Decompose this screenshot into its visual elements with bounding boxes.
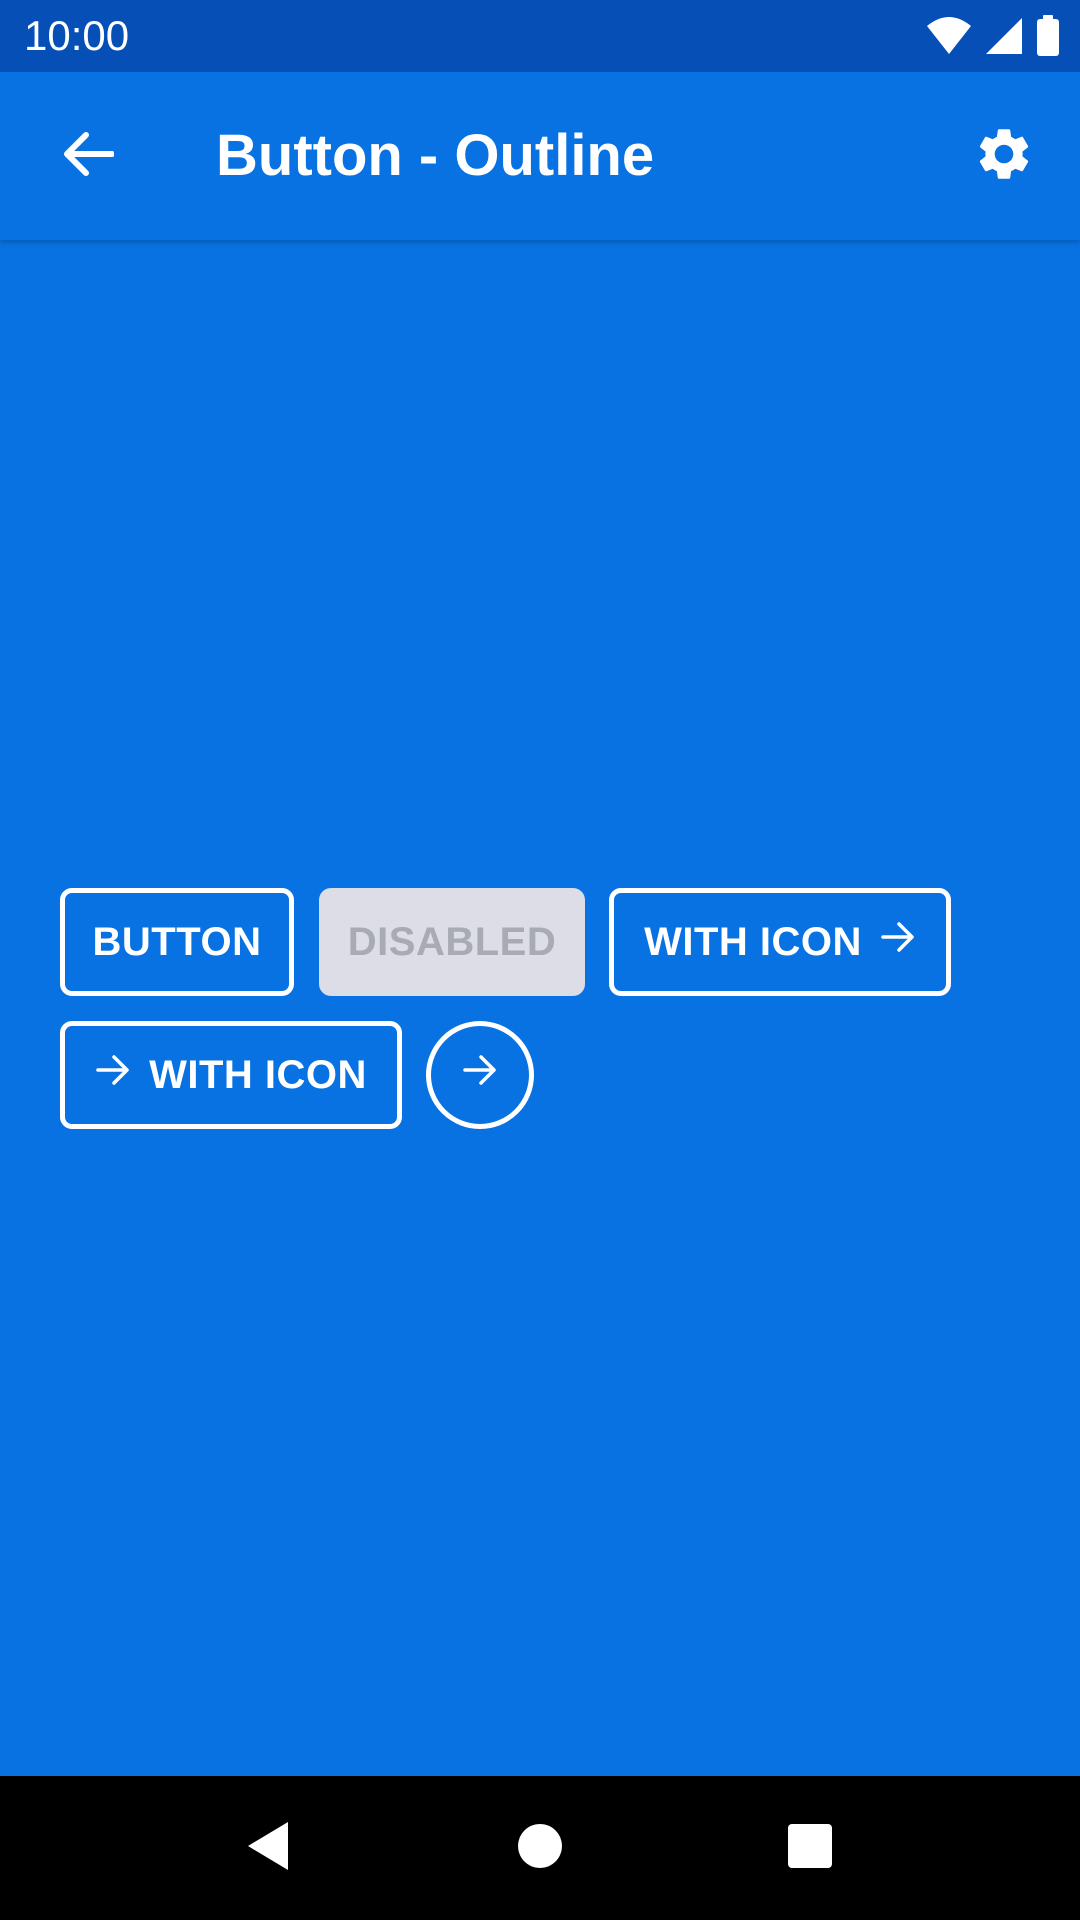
status-icons — [926, 14, 1060, 58]
status-bar: 10:00 — [0, 0, 1080, 72]
disabled-button: DISABLED — [319, 888, 585, 996]
with-icon-right-button[interactable]: WITH ICON — [609, 888, 951, 996]
with-icon-left-label: WITH ICON — [149, 1052, 367, 1097]
nav-recents-button[interactable] — [774, 1812, 846, 1884]
gear-icon — [973, 123, 1035, 190]
arrow-back-icon — [62, 131, 115, 182]
nav-back-icon — [244, 1820, 292, 1877]
nav-home-icon — [517, 1823, 563, 1874]
with-icon-right-label: WITH ICON — [644, 919, 862, 964]
arrow-forward-icon — [95, 1052, 131, 1098]
with-icon-left-button[interactable]: WITH ICON — [60, 1021, 402, 1129]
outline-button[interactable]: BUTTON — [60, 888, 294, 996]
app-bar: Button - Outline — [0, 72, 1080, 240]
nav-back-button[interactable] — [232, 1812, 304, 1884]
disabled-button-label: DISABLED — [347, 919, 557, 964]
battery-icon — [1036, 15, 1060, 57]
page-title: Button - Outline — [216, 123, 655, 188]
arrow-forward-icon — [462, 1052, 498, 1098]
nav-home-button[interactable] — [504, 1812, 576, 1884]
wifi-icon — [926, 16, 972, 56]
screen: 10:00 Button - Outline BUTTON DISABLED W… — [0, 0, 1080, 1920]
cell-signal-icon — [984, 16, 1024, 56]
back-button[interactable] — [40, 108, 136, 204]
system-nav-bar — [0, 1776, 1080, 1920]
nav-recents-icon — [787, 1823, 833, 1874]
status-time: 10:00 — [24, 12, 130, 59]
arrow-forward-icon — [880, 919, 916, 965]
settings-button[interactable] — [956, 108, 1052, 204]
button-label: BUTTON — [92, 919, 262, 964]
icon-only-circle-button[interactable] — [426, 1021, 534, 1129]
